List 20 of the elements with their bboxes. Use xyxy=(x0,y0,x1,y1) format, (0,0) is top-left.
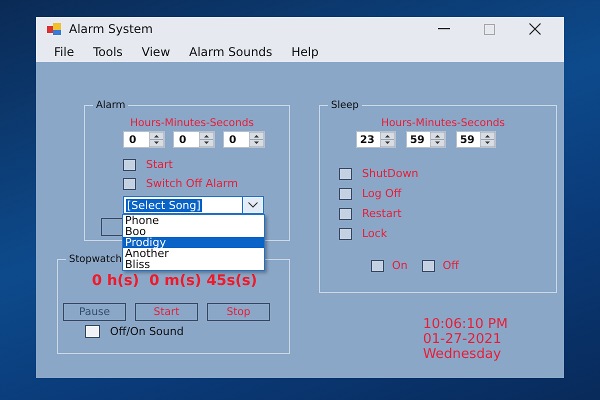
checkbox-label: ShutDown xyxy=(362,167,418,180)
time-format-label: Hours-Minutes-Seconds xyxy=(380,117,506,129)
checkbox-label: Off xyxy=(442,259,459,272)
checkbox-label: Lock xyxy=(362,227,388,240)
group-title: Sleep xyxy=(330,100,360,111)
checkbox-label: Restart xyxy=(362,207,402,220)
selected-song-text: [Select Song] xyxy=(126,198,202,212)
group-title: Stopwatch xyxy=(68,254,123,265)
checkbox-label: Start xyxy=(146,158,173,171)
checkbox-label: On xyxy=(392,259,408,272)
clock-date: 01-27-2021 xyxy=(423,332,502,347)
checkbox-label: Switch Off Alarm xyxy=(146,177,238,190)
window-title: Alarm System xyxy=(69,22,153,36)
time-format-label: Hours-Minutes-Seconds xyxy=(129,117,255,129)
stopwatch-display: 0 h(s) 0 m(s) 45s(s) xyxy=(90,273,258,289)
checkbox-label: Off/On Sound xyxy=(110,325,184,338)
checkbox-label: Log Off xyxy=(362,187,402,200)
clock-day: Wednesday xyxy=(423,347,557,362)
group-title: Alarm xyxy=(95,100,126,111)
clock-time: 10:06:10 PM xyxy=(423,317,509,332)
